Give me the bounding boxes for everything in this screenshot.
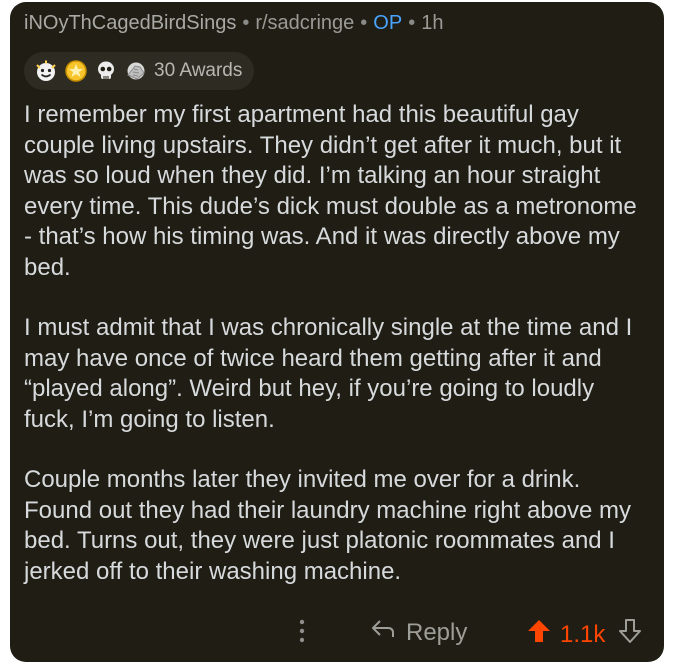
subreddit-link[interactable]: r/sadcringe bbox=[255, 12, 354, 34]
meta-separator: • bbox=[360, 12, 368, 34]
reply-icon bbox=[370, 618, 396, 647]
facepalm-award-icon bbox=[124, 59, 148, 83]
wholesome-award-icon bbox=[34, 59, 58, 83]
username-link[interactable]: iNOyThCagedBirdSings bbox=[24, 12, 236, 34]
op-badge: OP bbox=[373, 12, 403, 34]
comment-actions: Reply 1.1k bbox=[10, 614, 664, 650]
comment-paragraph: I remember my first apartment had this b… bbox=[24, 101, 637, 281]
comment-paragraph: I must admit that I was chronically sing… bbox=[24, 314, 633, 433]
meta-separator: • bbox=[408, 12, 416, 34]
vote-score: 1.1k bbox=[560, 620, 606, 648]
comment-body: I remember my first apartment had this b… bbox=[24, 100, 649, 617]
comment-card: iNOyThCagedBirdSings • r/sadcringe • OP • 1h bbox=[10, 2, 664, 662]
skull-award-icon bbox=[94, 59, 118, 83]
meta-separator: • bbox=[242, 12, 250, 34]
comment-timestamp: 1h bbox=[421, 12, 444, 34]
reply-label: Reply bbox=[406, 618, 468, 646]
comment-paragraph: Couple months later they invited me over… bbox=[24, 466, 632, 585]
upvote-arrow-icon[interactable] bbox=[526, 618, 552, 651]
awards-count: 30 Awards bbox=[154, 60, 243, 81]
more-vertical-icon[interactable] bbox=[298, 618, 306, 644]
vote-controls: 1.1k bbox=[526, 618, 643, 651]
downvote-arrow-icon[interactable] bbox=[617, 618, 643, 651]
gold-award-icon bbox=[64, 59, 88, 83]
awards-pill[interactable]: 30 Awards bbox=[24, 52, 255, 90]
reply-button[interactable]: Reply bbox=[370, 618, 467, 647]
comment-meta: iNOyThCagedBirdSings • r/sadcringe • OP • 1h bbox=[24, 12, 443, 35]
